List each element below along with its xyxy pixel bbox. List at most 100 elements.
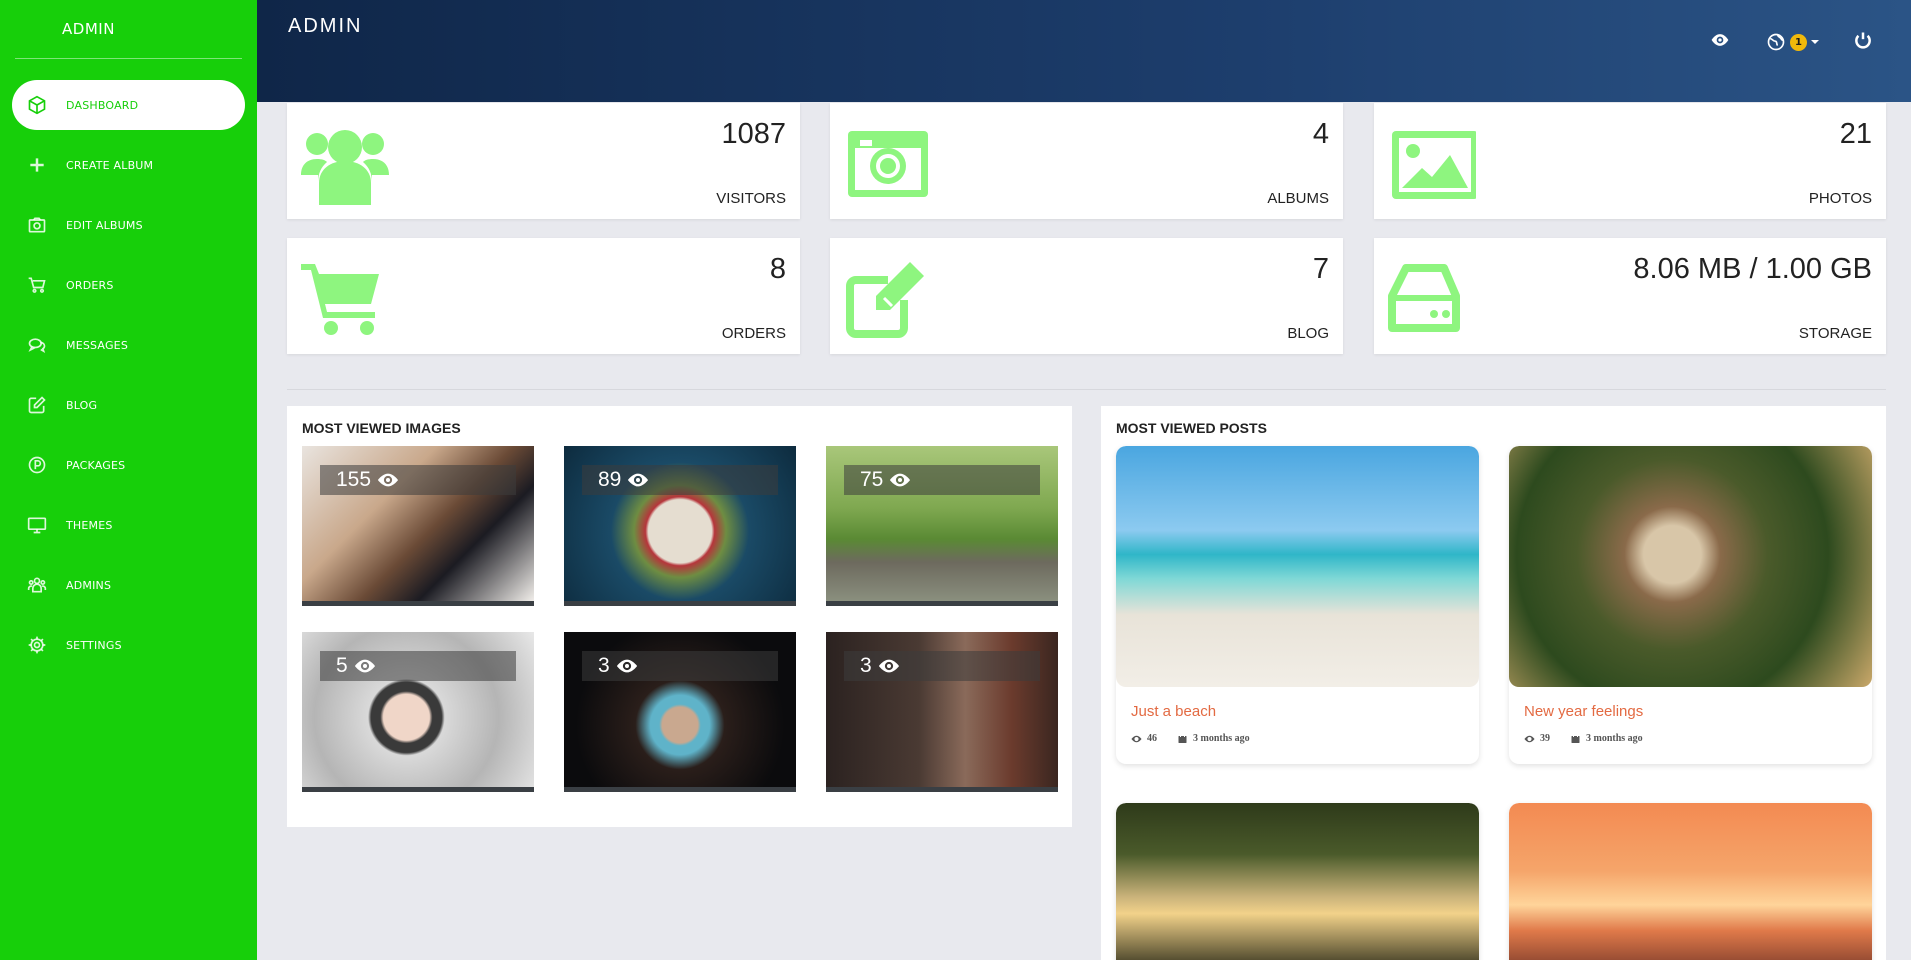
image-thumb[interactable]: 5 xyxy=(302,632,534,792)
stat-card-photos[interactable]: 21 PHOTOS xyxy=(1374,103,1886,219)
view-count-overlay: 75 xyxy=(844,465,1040,495)
post-card[interactable]: New year feelings 39 3 months ago xyxy=(1509,446,1872,764)
cart-icon xyxy=(24,272,50,298)
post-image xyxy=(1509,446,1872,687)
sidebar-item-admins[interactable]: ADMINS xyxy=(12,560,245,610)
view-site-button[interactable] xyxy=(1708,30,1732,54)
post-title[interactable]: New year feelings xyxy=(1524,703,1872,720)
stat-card-blog[interactable]: 7 BLOG xyxy=(830,238,1343,354)
post-meta: 46 3 months ago xyxy=(1131,733,1479,744)
stat-card-albums[interactable]: 4 ALBUMS xyxy=(830,103,1343,219)
sidebar-item-label: THEMES xyxy=(66,518,113,532)
panel-title: MOST VIEWED POSTS xyxy=(1116,420,1267,436)
eye-icon xyxy=(377,473,399,487)
eye-icon xyxy=(616,659,637,673)
plus-icon xyxy=(24,152,50,178)
users-icon xyxy=(24,572,50,598)
image-thumb[interactable]: 75 xyxy=(826,446,1058,606)
view-count: 75 xyxy=(860,468,884,491)
post-card[interactable]: Just a beach 46 3 months ago xyxy=(1116,446,1479,764)
calendar-icon xyxy=(1571,734,1580,743)
edit-icon xyxy=(846,262,924,338)
image-thumb[interactable]: 3 xyxy=(564,632,796,792)
sidebar-item-settings[interactable]: SETTINGS xyxy=(12,620,245,670)
stat-value: 8 xyxy=(769,253,786,285)
sidebar-brand[interactable]: ADMIN xyxy=(0,0,257,58)
sidebar-item-label: ORDERS xyxy=(66,278,114,292)
sidebar-item-orders[interactable]: ORDERS xyxy=(12,260,245,310)
page-title: ADMIN xyxy=(288,15,363,37)
sidebar-item-edit-albums[interactable]: EDIT ALBUMS xyxy=(12,200,245,250)
image-thumb[interactable]: 3 xyxy=(826,632,1058,792)
post-title[interactable]: Just a beach xyxy=(1131,703,1479,720)
top-header: ADMIN 1 xyxy=(257,0,1911,102)
sidebar-item-messages[interactable]: MESSAGES xyxy=(12,320,245,370)
gear-icon xyxy=(24,632,50,658)
post-date: 3 months ago xyxy=(1193,733,1250,744)
sidebar-item-label: SETTINGS xyxy=(66,638,122,652)
sidebar-item-label: DASHBOARD xyxy=(66,98,139,112)
sidebar-item-label: CREATE ALBUM xyxy=(66,158,154,172)
view-count: 155 xyxy=(336,468,372,491)
post-date: 3 months ago xyxy=(1586,733,1643,744)
users-icon xyxy=(301,130,389,205)
sidebar-item-label: EDIT ALBUMS xyxy=(66,218,143,232)
notification-badge: 1 xyxy=(1790,33,1807,51)
post-card[interactable] xyxy=(1509,803,1872,960)
stat-label: BLOG xyxy=(1287,325,1329,342)
sidebar-item-dashboard[interactable]: DASHBOARD xyxy=(12,80,245,130)
eye-icon xyxy=(1524,735,1535,742)
header-actions: 1 xyxy=(1708,30,1875,54)
eye-icon xyxy=(354,659,375,673)
section-divider xyxy=(287,389,1886,390)
post-image xyxy=(1116,803,1479,960)
post-views: 46 xyxy=(1147,733,1157,744)
view-count: 5 xyxy=(336,654,348,677)
post-meta: 39 3 months ago xyxy=(1524,733,1872,744)
sidebar-item-blog[interactable]: BLOG xyxy=(12,380,245,430)
stat-label: PHOTOS xyxy=(1808,190,1872,207)
stat-value: 8.06 MB / 1.00 GB xyxy=(1633,253,1872,285)
cart-icon xyxy=(301,264,379,335)
eye-icon xyxy=(878,659,899,673)
camera-icon xyxy=(24,212,50,238)
notifications-button[interactable]: 1 xyxy=(1764,30,1819,54)
sidebar-nav: DASHBOARD CREATE ALBUM EDIT ALBUMS ORDER… xyxy=(0,80,257,670)
view-count-overlay: 3 xyxy=(582,651,778,681)
most-viewed-images-panel: MOST VIEWED IMAGES 155 89 75 5 3 3 xyxy=(287,406,1072,827)
hdd-icon xyxy=(1388,264,1460,332)
view-count-overlay: 89 xyxy=(582,465,778,495)
panel-title: MOST VIEWED IMAGES xyxy=(302,420,461,436)
edit-icon xyxy=(24,392,50,418)
stat-card-storage[interactable]: 8.06 MB / 1.00 GB STORAGE xyxy=(1374,238,1886,354)
cube-icon xyxy=(24,92,50,118)
p-circle-icon xyxy=(24,452,50,478)
sidebar-item-packages[interactable]: PACKAGES xyxy=(12,440,245,490)
logout-button[interactable] xyxy=(1851,30,1875,54)
sidebar-divider xyxy=(15,58,242,59)
chat-icon xyxy=(24,332,50,358)
stat-label: VISITORS xyxy=(716,190,786,207)
post-card[interactable] xyxy=(1116,803,1479,960)
stat-value: 4 xyxy=(1312,118,1329,150)
sidebar-item-themes[interactable]: THEMES xyxy=(12,500,245,550)
calendar-icon xyxy=(1178,734,1187,743)
stat-card-orders[interactable]: 8 ORDERS xyxy=(287,238,800,354)
monitor-icon xyxy=(24,512,50,538)
sidebar: ADMIN DASHBOARD CREATE ALBUM EDIT ALBUMS… xyxy=(0,0,257,960)
view-count: 3 xyxy=(860,654,872,677)
sidebar-item-create-album[interactable]: CREATE ALBUM xyxy=(12,140,245,190)
power-icon xyxy=(1853,30,1873,54)
image-thumb[interactable]: 89 xyxy=(564,446,796,606)
stat-label: ALBUMS xyxy=(1267,190,1329,207)
eye-icon xyxy=(1710,30,1730,54)
camera-icon xyxy=(848,131,928,197)
post-views: 39 xyxy=(1540,733,1550,744)
eye-icon xyxy=(1131,735,1142,742)
image-icon xyxy=(1392,131,1476,199)
eye-icon xyxy=(890,473,911,487)
view-count-overlay: 5 xyxy=(320,651,516,681)
image-thumb[interactable]: 155 xyxy=(302,446,534,606)
stat-card-visitors[interactable]: 1087 VISITORS xyxy=(287,103,800,219)
eye-icon xyxy=(628,473,649,487)
